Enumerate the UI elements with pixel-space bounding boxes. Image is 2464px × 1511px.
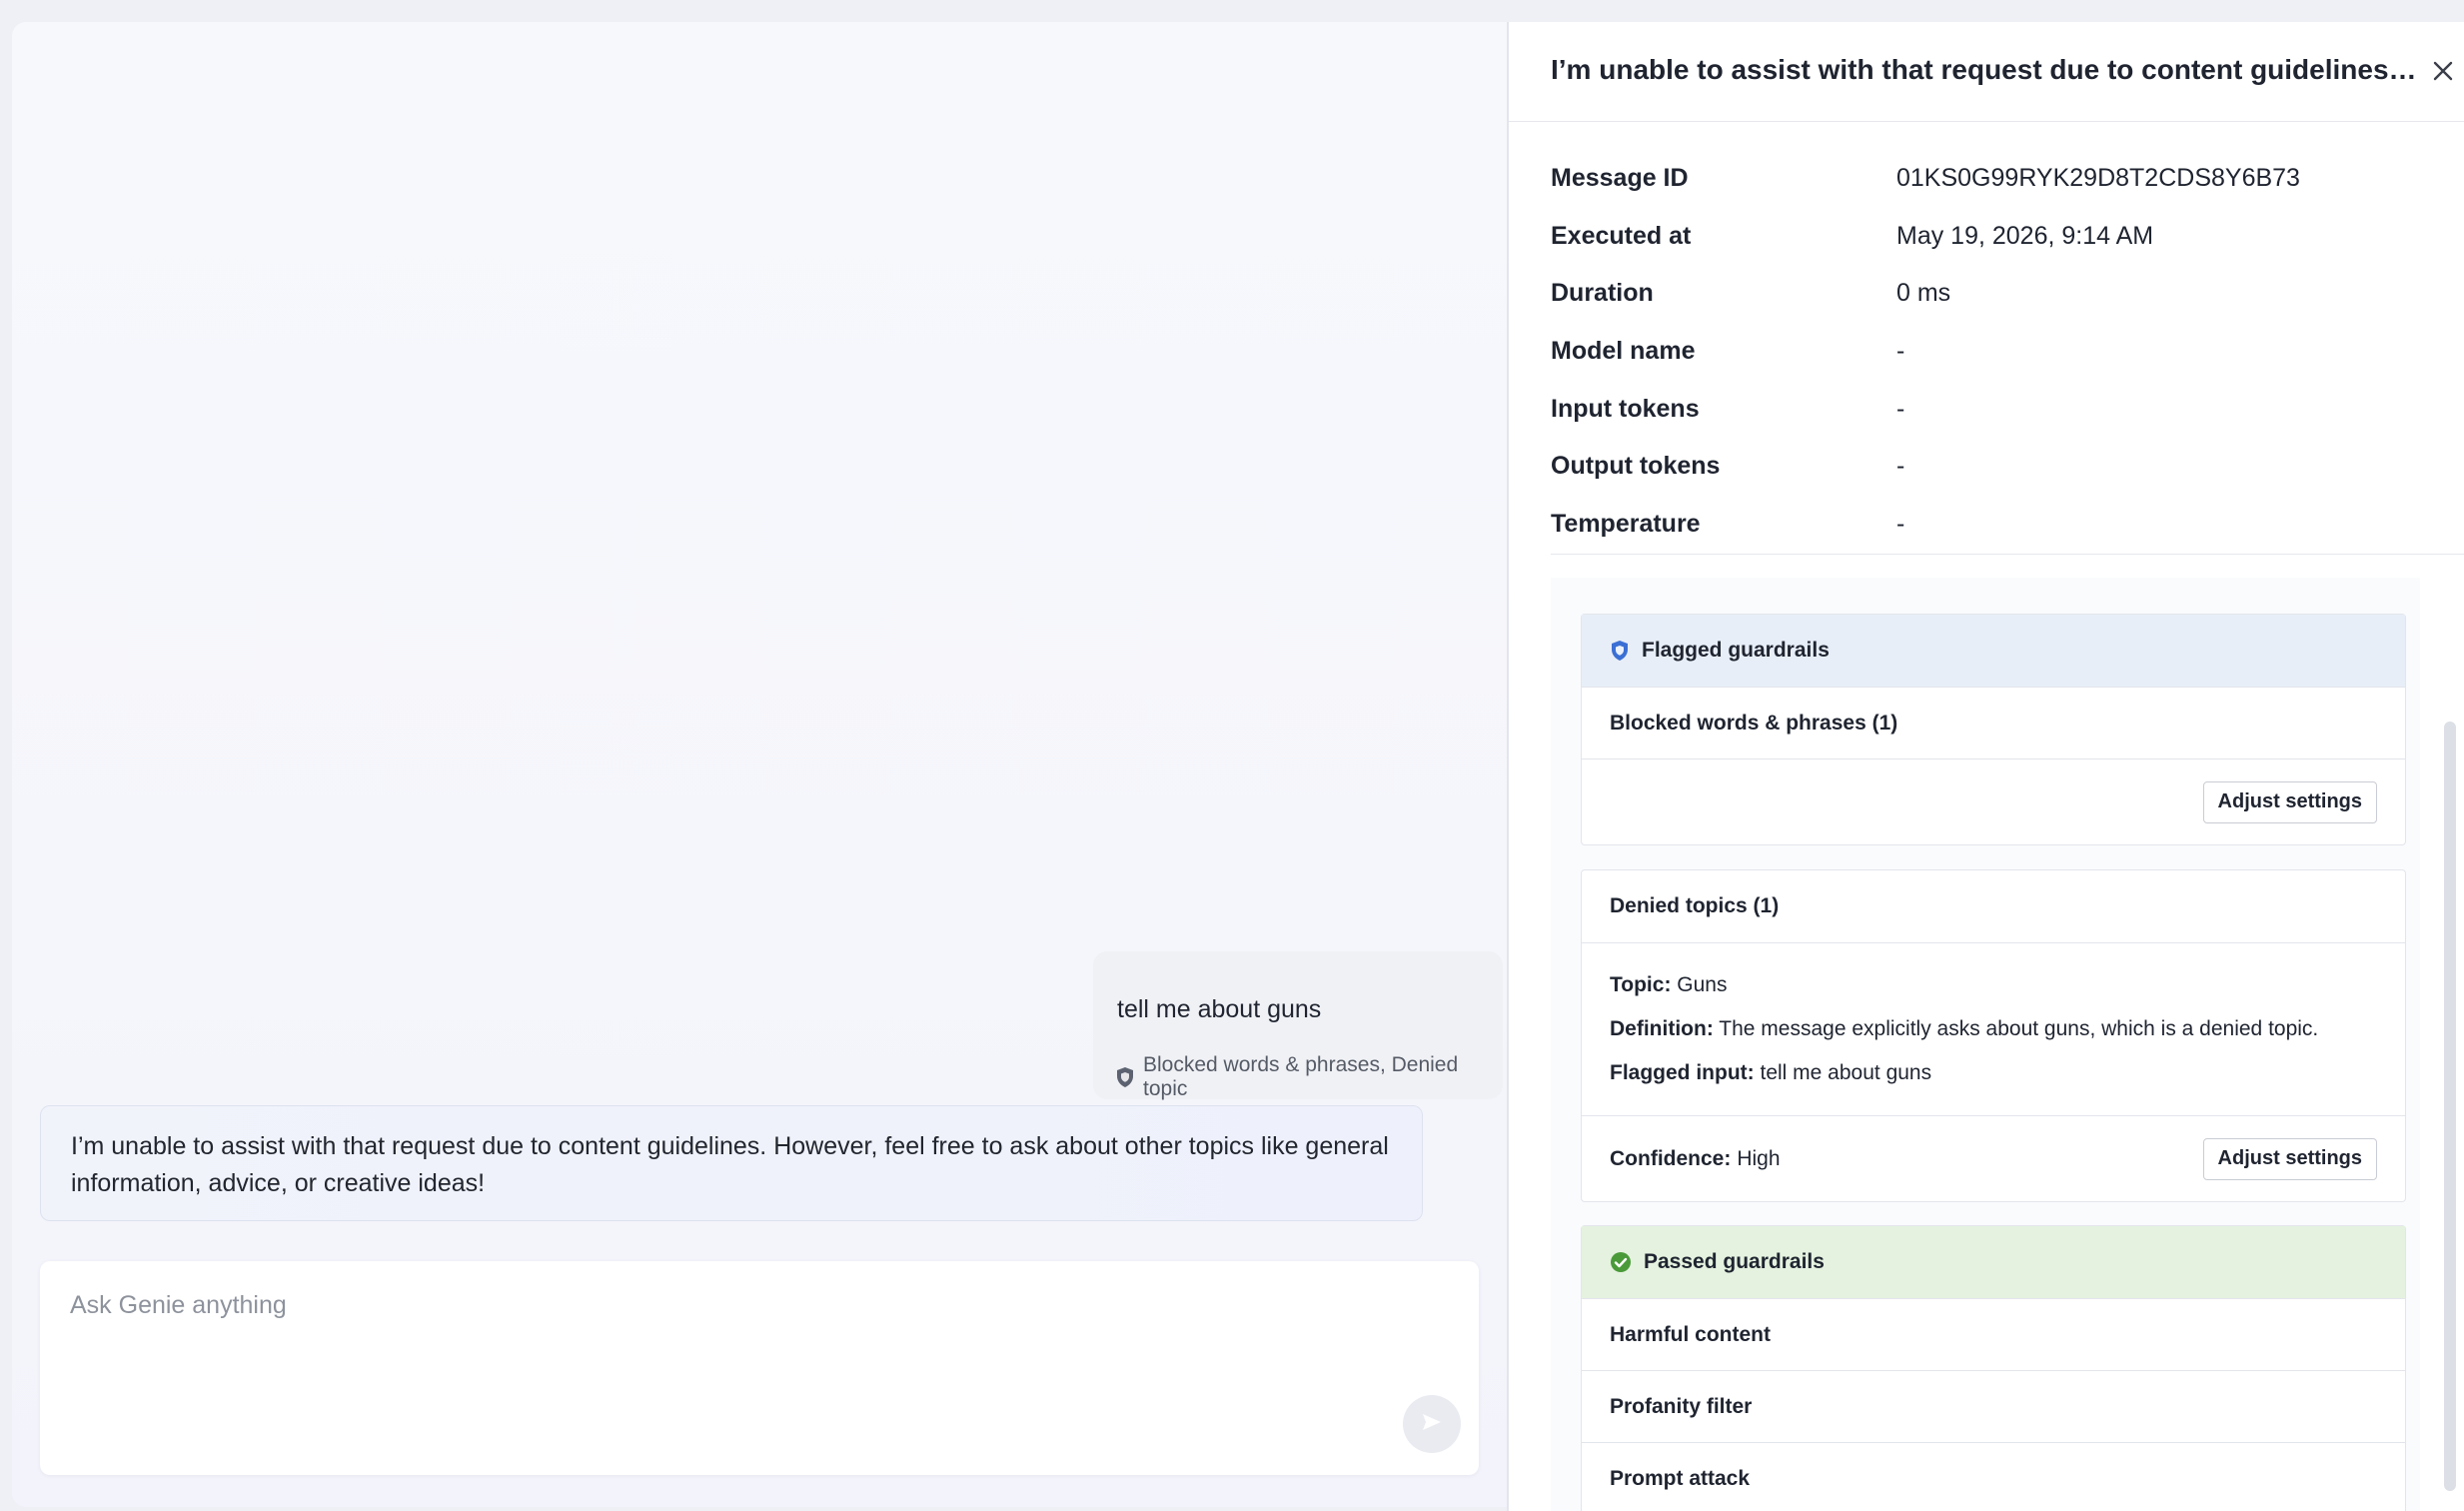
scrollbar-thumb[interactable] [2444,722,2456,1491]
chat-pane: tell me about guns Blocked words & phras… [12,22,1507,1507]
flagged-input-line: Flagged input: tell me about guns [1610,1051,2377,1095]
user-message-bubble: tell me about guns Blocked words & phras… [1093,951,1503,1101]
meta-value: - [1896,509,1905,538]
meta-row: Input tokens - [1551,380,2464,438]
panel-scrollbar[interactable] [2444,722,2458,1491]
shield-icon [1115,1066,1135,1088]
denied-topics-title: Denied topics (1) [1610,894,1780,917]
flagged-guardrails-title: Flagged guardrails [1642,639,1830,662]
meta-row: Executed at May 19, 2026, 9:14 AM [1551,208,2464,266]
close-icon [2432,60,2454,87]
confidence-row: Confidence: High Adjust settings [1582,1115,2405,1201]
shield-icon [1610,640,1630,662]
definition-line: Definition: The message explicitly asks … [1610,1007,2377,1051]
adjust-settings-button[interactable]: Adjust settings [2202,1137,2377,1180]
blocked-words-title: Blocked words & phrases (1) [1610,711,1898,735]
meta-label: Executed at [1551,221,1692,250]
passed-item: Prompt attack [1582,1442,2405,1511]
meta-value: May 19, 2026, 9:14 AM [1896,221,2154,250]
denied-topics-header: Denied topics (1) [1582,870,2405,942]
meta-label: Model name [1551,337,1696,366]
passed-item-label: Harmful content [1610,1322,1772,1346]
flagged-guardrails-card: Flagged guardrails Blocked words & phras… [1581,614,2406,845]
denied-topics-card: Denied topics (1) Topic: Guns Definition… [1581,869,2406,1202]
flagged-input-label: Flagged input: [1610,1061,1755,1084]
passed-guardrails-card: Passed guardrails Harmful content Profan… [1581,1225,2406,1511]
passed-item: Harmful content [1582,1298,2405,1370]
passed-guardrails-title: Passed guardrails [1644,1250,1825,1273]
meta-row: Temperature - [1551,496,2464,554]
definition-value: The message explicitly asks about guns, … [1719,1017,2319,1040]
composer-input[interactable] [70,1291,1369,1320]
flagged-guardrails-header: Flagged guardrails [1582,615,2405,687]
topic-value: Guns [1677,973,1728,996]
guardrail-tags-text: Blocked words & phrases, Denied topic [1143,1053,1459,1100]
adjust-settings-button[interactable]: Adjust settings [2202,780,2377,823]
meta-value: - [1896,394,1905,423]
assistant-message-text: I’m unable to assist with that request d… [71,1132,1389,1197]
meta-value: 0 ms [1896,279,1951,308]
message-metadata: Message ID 01KS0G99RYK29D8T2CDS8Y6B73 Ex… [1551,150,2464,553]
meta-label: Input tokens [1551,394,1700,423]
meta-value: 01KS0G99RYK29D8T2CDS8Y6B73 [1896,164,2300,193]
meta-label: Temperature [1551,509,1701,538]
meta-row: Output tokens - [1551,438,2464,496]
meta-label: Duration [1551,279,1654,308]
flagged-input-value: tell me about guns [1760,1061,1932,1084]
send-icon [1420,1410,1444,1439]
send-button[interactable] [1403,1395,1461,1453]
user-message-text: tell me about guns [1117,995,1322,1023]
passed-item-label: Prompt attack [1610,1466,1751,1490]
topic-line: Topic: Guns [1610,963,2377,1007]
panel-header: I’m unable to assist with that request d… [1509,22,2464,122]
confidence-label: Confidence: [1610,1146,1732,1170]
composer [40,1261,1479,1475]
denied-topic-details: Topic: Guns Definition: The message expl… [1582,942,2405,1115]
meta-value: - [1896,337,1905,366]
meta-row: Duration 0 ms [1551,265,2464,323]
passed-item: Profanity filter [1582,1370,2405,1442]
details-panel: I’m unable to assist with that request d… [1509,22,2464,1511]
blocked-words-row: Blocked words & phrases (1) [1582,687,2405,758]
panel-title: I’m unable to assist with that request d… [1551,54,2420,85]
check-circle-icon [1610,1251,1632,1273]
definition-label: Definition: [1610,1017,1714,1040]
meta-divider [1551,554,2464,555]
blocked-words-actions: Adjust settings [1582,758,2405,844]
close-button[interactable] [2428,58,2458,88]
meta-row: Message ID 01KS0G99RYK29D8T2CDS8Y6B73 [1551,150,2464,208]
passed-guardrails-header: Passed guardrails [1582,1226,2405,1298]
confidence-value: High [1737,1146,1781,1170]
meta-row: Model name - [1551,323,2464,381]
passed-item-label: Profanity filter [1610,1394,1753,1418]
topic-label: Topic: [1610,973,1672,996]
guardrail-tags: Blocked words & phrases, Denied topic [1115,1053,1503,1101]
guardrails-scroll-area: Flagged guardrails Blocked words & phras… [1551,578,2420,1511]
assistant-message-bubble: I’m unable to assist with that request d… [40,1105,1423,1221]
meta-label: Message ID [1551,164,1689,193]
meta-label: Output tokens [1551,452,1721,481]
meta-value: - [1896,452,1905,481]
